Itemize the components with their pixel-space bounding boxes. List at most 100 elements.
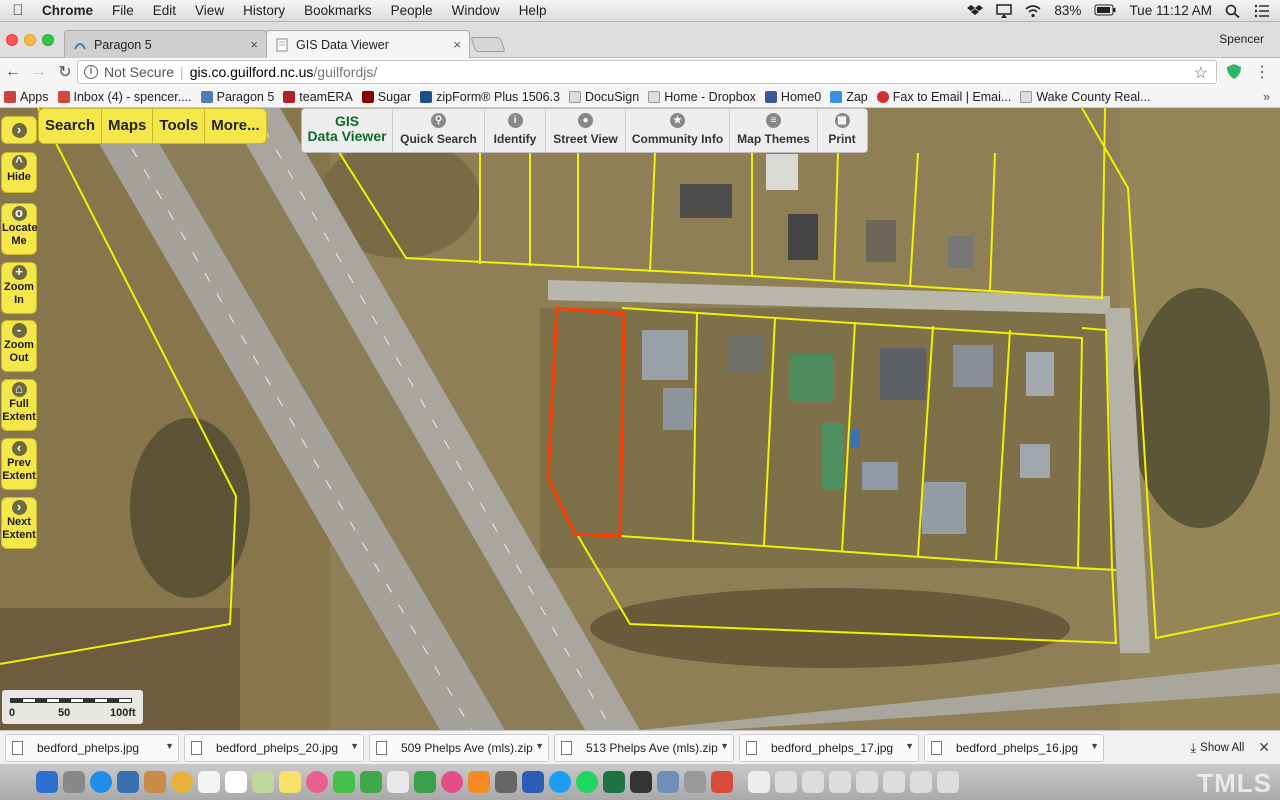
chrome-icon[interactable] (171, 771, 193, 793)
bookmark-apps[interactable]: Apps (4, 90, 49, 104)
menu-view[interactable]: View (195, 3, 224, 18)
bookmarks-overflow-chevron[interactable]: » (1263, 90, 1270, 104)
back-arrow-icon[interactable]: ← (0, 63, 26, 81)
facetime-icon[interactable] (360, 771, 382, 793)
locate-me-button[interactable]: o Locate Me (1, 203, 37, 255)
tab-paragon[interactable]: Paragon 5 × (64, 30, 267, 58)
menu-bookmarks[interactable]: Bookmarks (304, 3, 372, 18)
bookmark-sugar[interactable]: Sugar (361, 90, 411, 104)
bookmark-dropbox[interactable]: Home - Dropbox (648, 90, 756, 104)
full-extent-button[interactable]: ⌂ Full Extent (1, 379, 37, 431)
menu-people[interactable]: People (391, 3, 433, 18)
app-icon[interactable] (711, 771, 733, 793)
community-info-button[interactable]: ★ Community Info (626, 109, 730, 152)
dropbox-icon[interactable] (967, 4, 984, 18)
menu-help[interactable]: Help (519, 3, 547, 18)
panel-toggle-button[interactable]: › (1, 116, 37, 144)
menu-clock[interactable]: Tue 11:12 AM (1129, 3, 1212, 18)
calendar-icon[interactable] (198, 771, 220, 793)
window-close-icon[interactable] (6, 34, 18, 46)
maps-icon[interactable] (252, 771, 274, 793)
word-icon[interactable] (522, 771, 544, 793)
prev-extent-button[interactable]: ‹ Prev Extent (1, 438, 37, 490)
document-icon[interactable] (748, 771, 770, 793)
maps-menu-button[interactable]: Maps (102, 108, 154, 144)
zoom-in-button[interactable]: + Zoom In (1, 262, 37, 314)
next-extent-button[interactable]: › Next Extent (1, 497, 37, 549)
search-menu-button[interactable]: Search (39, 108, 103, 144)
document-icon[interactable] (937, 771, 959, 793)
aerial-map-viewport[interactable]: Search Maps Tools More... › ^ Hide o Loc… (0, 108, 1280, 730)
utilities-icon[interactable] (684, 771, 706, 793)
zoom-out-button[interactable]: - Zoom Out (1, 320, 37, 372)
new-tab-button[interactable] (470, 37, 506, 52)
apple-menu-icon[interactable]:  (10, 2, 26, 19)
security-label[interactable]: Not Secure (104, 64, 174, 80)
airplay-icon[interactable] (996, 3, 1013, 18)
battery-icon[interactable] (1094, 4, 1116, 18)
bookmark-inbox[interactable]: Inbox (4) - spencer.... (57, 90, 192, 104)
document-icon[interactable] (802, 771, 824, 793)
notes-icon[interactable] (279, 771, 301, 793)
download-item[interactable]: 509 Phelps Ave (mls).zip ▼ (369, 733, 549, 762)
chevron-down-icon[interactable]: ▼ (535, 741, 544, 751)
console-icon[interactable] (630, 771, 652, 793)
address-bar[interactable]: i Not Secure | gis.co.guilford.nc.us/gui… (77, 60, 1217, 84)
contacts-icon[interactable] (144, 771, 166, 793)
bookmark-paragon[interactable]: Paragon 5 (200, 90, 274, 104)
chevron-down-icon[interactable]: ▼ (350, 741, 359, 751)
download-item[interactable]: 513 Phelps Ave (mls).zip ▼ (554, 733, 734, 762)
window-zoom-icon[interactable] (42, 34, 54, 46)
chevron-down-icon[interactable]: ▼ (165, 741, 174, 751)
chevron-down-icon[interactable]: ▼ (720, 741, 729, 751)
photos-icon[interactable] (306, 771, 328, 793)
download-item[interactable]: bedford_phelps_17.jpg ▼ (739, 733, 919, 762)
menu-history[interactable]: History (243, 3, 285, 18)
finder-icon[interactable] (36, 771, 58, 793)
ibooks-icon[interactable] (468, 771, 490, 793)
notification-center-icon[interactable] (1254, 4, 1270, 18)
itunes-icon[interactable] (441, 771, 463, 793)
spotlight-search-icon[interactable] (1225, 4, 1241, 18)
safari-icon[interactable] (90, 771, 112, 793)
tools-menu-button[interactable]: Tools (153, 108, 206, 144)
chevron-down-icon[interactable]: ▼ (1090, 741, 1099, 751)
menu-window[interactable]: Window (452, 3, 500, 18)
identify-button[interactable]: i Identify (485, 109, 546, 152)
bookmark-fax-to-email[interactable]: Fax to Email | Emai... (876, 90, 1011, 104)
document-icon[interactable] (856, 771, 878, 793)
document-icon[interactable] (910, 771, 932, 793)
system-preferences-icon[interactable] (495, 771, 517, 793)
bookmark-home0[interactable]: Home0 (764, 90, 821, 104)
forward-arrow-icon[interactable]: → (26, 63, 52, 81)
show-all-downloads-button[interactable]: ⤓ Show All (1190, 740, 1244, 756)
document-icon[interactable] (775, 771, 797, 793)
aerial-imagery-with-parcels[interactable] (0, 108, 1280, 730)
chevron-down-icon[interactable]: ▼ (905, 741, 914, 751)
url-path[interactable]: /guilfordjs/ (313, 64, 377, 80)
bookmark-zap[interactable]: Zap (830, 90, 868, 104)
menu-edit[interactable]: Edit (153, 3, 176, 18)
hide-button[interactable]: ^ Hide (1, 152, 37, 193)
wifi-icon[interactable] (1025, 4, 1041, 18)
bookmark-docusign[interactable]: DocuSign (569, 90, 639, 104)
quick-search-button[interactable]: ⚲ Quick Search (393, 109, 485, 152)
app-store-icon[interactable] (549, 771, 571, 793)
extension-shield-icon[interactable] (1226, 63, 1242, 83)
download-item[interactable]: bedford_phelps_16.jpg ▼ (924, 733, 1104, 762)
bookmark-wake-county[interactable]: Wake County Real... (1020, 90, 1151, 104)
tab-close-icon[interactable]: × (453, 37, 461, 52)
chrome-menu-icon[interactable]: ⋮ (1254, 62, 1270, 82)
battery-percent[interactable]: 83% (1054, 3, 1081, 18)
bookmark-zipform[interactable]: zipForm® Plus 1506.3 (420, 90, 560, 104)
document-icon[interactable] (883, 771, 905, 793)
profile-name[interactable]: Spencer (1219, 32, 1264, 46)
tab-gis-data-viewer[interactable]: GIS Data Viewer × (266, 30, 470, 58)
messages-icon[interactable] (333, 771, 355, 793)
keynote-icon[interactable] (387, 771, 409, 793)
url-host[interactable]: gis.co.guilford.nc.us (190, 64, 314, 80)
spotify-icon[interactable] (576, 771, 598, 793)
tab-close-icon[interactable]: × (250, 37, 258, 52)
info-icon[interactable]: i (84, 65, 98, 79)
download-item[interactable]: bedford_phelps_20.jpg ▼ (184, 733, 364, 762)
